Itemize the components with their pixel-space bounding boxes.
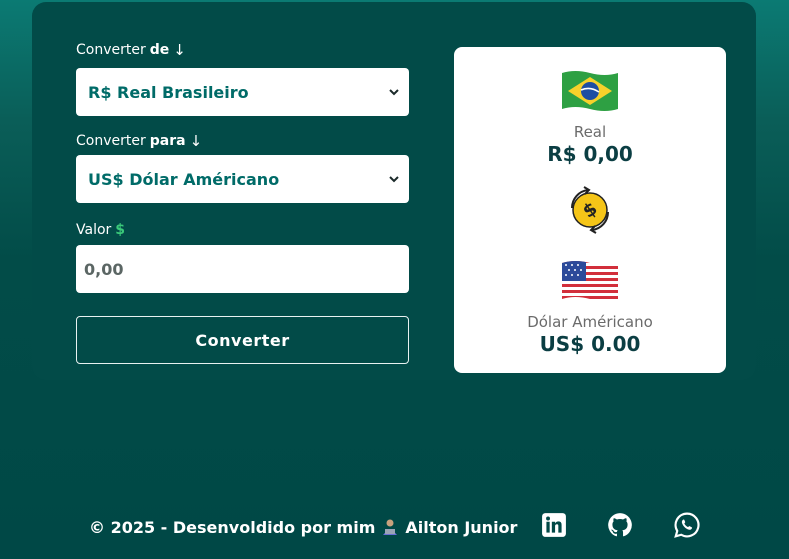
from-currency-value: R$ 0,00 <box>547 142 633 166</box>
value-label: Valor $ <box>76 222 126 238</box>
to-label: Converter para ↓ <box>76 132 203 150</box>
copyright-text: © 2025 - Desenvoldido por mim <box>89 517 376 537</box>
footer-credits: © 2025 - Desenvoldido por mim Ailton Jun… <box>89 516 517 538</box>
convert-button[interactable]: Converter <box>76 316 409 364</box>
chevron-down-icon <box>389 88 399 95</box>
from-currency-name: Real <box>573 123 607 141</box>
dollar-icon: $ <box>115 222 126 238</box>
brazil-flag-icon <box>562 71 618 111</box>
linkedin-icon[interactable] <box>541 512 567 538</box>
from-label: Converter de ↓ <box>76 41 186 59</box>
developer-emoji-icon <box>383 519 398 535</box>
to-currency-value: US$ 0.00 <box>539 332 641 356</box>
arrow-down-icon: ↓ <box>189 132 203 150</box>
arrow-down-icon: ↓ <box>173 41 186 59</box>
from-currency-selected: R$ Real Brasileiro <box>88 82 249 102</box>
chevron-down-icon <box>389 175 399 182</box>
to-currency-selected: US$ Dólar Américano <box>88 169 280 189</box>
result-panel: Real R$ 0,00 $ Dólar Américano US$ 0.00 <box>454 47 726 373</box>
value-input[interactable]: 0,00 <box>76 245 409 293</box>
github-icon[interactable] <box>607 512 633 538</box>
to-currency-select[interactable]: US$ Dólar Américano <box>76 155 409 203</box>
currency-exchange-icon: $ <box>570 186 610 234</box>
value-placeholder: 0,00 <box>84 259 124 279</box>
from-currency-select[interactable]: R$ Real Brasileiro <box>76 68 409 116</box>
usa-flag-icon <box>562 261 618 301</box>
to-currency-name: Dólar Américano <box>527 313 653 331</box>
converter-form: Converter de ↓ R$ Real Brasileiro Conver… <box>76 40 409 364</box>
author-name: Ailton Junior <box>405 517 518 537</box>
whatsapp-icon[interactable] <box>674 512 700 538</box>
